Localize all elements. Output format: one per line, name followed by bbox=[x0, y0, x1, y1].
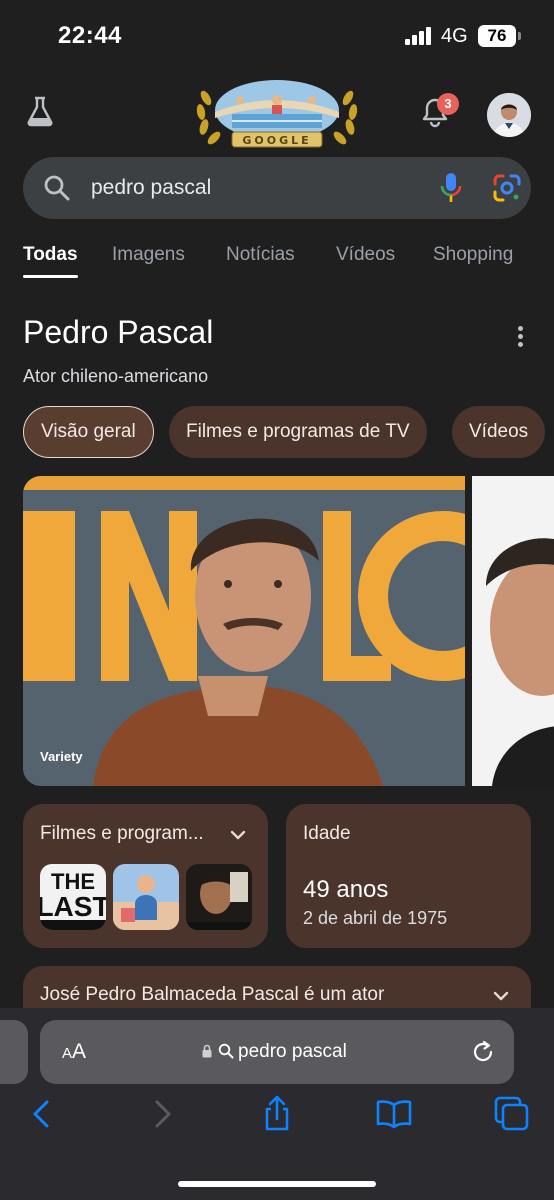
cellular-signal-icon bbox=[405, 27, 433, 45]
films-card-title: Filmes e program... bbox=[40, 823, 204, 844]
lock-icon bbox=[202, 1044, 212, 1058]
labs-flask-icon[interactable] bbox=[25, 95, 55, 127]
tab-shopping[interactable]: Shopping bbox=[433, 244, 513, 266]
secondary-image[interactable] bbox=[472, 476, 554, 786]
search-tabs: Todas Imagens Notícias Vídeos Shopping bbox=[23, 244, 554, 284]
tab-todas[interactable]: Todas bbox=[23, 244, 78, 278]
knowledge-panel-subtitle: Ator chileno-americano bbox=[23, 366, 209, 386]
search-bar[interactable]: pedro pascal bbox=[23, 157, 531, 219]
chip-visao-geral[interactable]: Visão geral bbox=[23, 406, 154, 458]
chevron-down-icon[interactable] bbox=[230, 830, 246, 840]
films-card[interactable]: Filmes e program... THE LAST bbox=[23, 804, 268, 948]
home-indicator[interactable] bbox=[178, 1181, 376, 1187]
film-thumbnail-animated[interactable] bbox=[113, 864, 179, 930]
chevron-down-icon[interactable] bbox=[493, 991, 509, 1001]
share-icon[interactable] bbox=[257, 1094, 297, 1134]
account-avatar[interactable] bbox=[487, 93, 531, 137]
tab-imagens[interactable]: Imagens bbox=[112, 244, 185, 266]
address-text[interactable]: pedro pascal bbox=[238, 1041, 347, 1063]
google-doodle-logo[interactable]: GOOGLE bbox=[192, 78, 362, 150]
status-time: 22:44 bbox=[58, 22, 122, 49]
search-query[interactable]: pedro pascal bbox=[91, 176, 211, 200]
battery-icon: 76 bbox=[478, 25, 521, 47]
film-thumbnail-narcos[interactable] bbox=[186, 864, 252, 930]
chip-filmes-programas[interactable]: Filmes e programas de TV bbox=[169, 406, 427, 458]
forward-arrow-icon[interactable] bbox=[142, 1094, 182, 1134]
tab-noticias[interactable]: Notícias bbox=[226, 244, 295, 266]
google-lens-icon[interactable] bbox=[491, 172, 523, 204]
notification-count-badge: 3 bbox=[437, 93, 459, 115]
svg-text:GOOGLE: GOOGLE bbox=[242, 134, 311, 147]
more-options-icon[interactable] bbox=[515, 326, 527, 348]
status-bar: 22:44 4G 76 bbox=[0, 0, 554, 68]
svg-text:LAST: LAST bbox=[40, 891, 106, 922]
image-credit: Variety bbox=[40, 749, 83, 764]
search-icon bbox=[218, 1043, 234, 1059]
bookmarks-book-icon[interactable] bbox=[374, 1094, 414, 1134]
tabs-overview-icon[interactable] bbox=[492, 1094, 532, 1134]
text-size-button[interactable]: AA bbox=[62, 1040, 86, 1064]
hero-image[interactable]: Variety bbox=[23, 476, 465, 786]
chip-videos[interactable]: Vídeos bbox=[452, 406, 546, 458]
age-value: 49 anos bbox=[303, 876, 389, 903]
reload-icon[interactable] bbox=[470, 1039, 496, 1065]
previous-tab-preview[interactable] bbox=[0, 1020, 28, 1084]
back-arrow-icon[interactable] bbox=[22, 1094, 62, 1134]
search-icon bbox=[44, 175, 70, 201]
description-text: José Pedro Balmaceda Pascal é um ator bbox=[40, 984, 385, 1005]
network-type: 4G bbox=[441, 25, 468, 47]
film-thumbnail-the-last-of-us[interactable]: THE LAST bbox=[40, 864, 106, 930]
tab-videos[interactable]: Vídeos bbox=[336, 244, 395, 266]
age-card[interactable]: Idade 49 anos 2 de abril de 1975 bbox=[286, 804, 531, 948]
voice-search-mic-icon[interactable] bbox=[437, 171, 465, 205]
knowledge-panel-title: Pedro Pascal bbox=[23, 314, 214, 350]
birthdate: 2 de abril de 1975 bbox=[303, 908, 448, 928]
age-card-title: Idade bbox=[303, 823, 351, 844]
address-bar[interactable]: AA pedro pascal bbox=[40, 1020, 514, 1084]
